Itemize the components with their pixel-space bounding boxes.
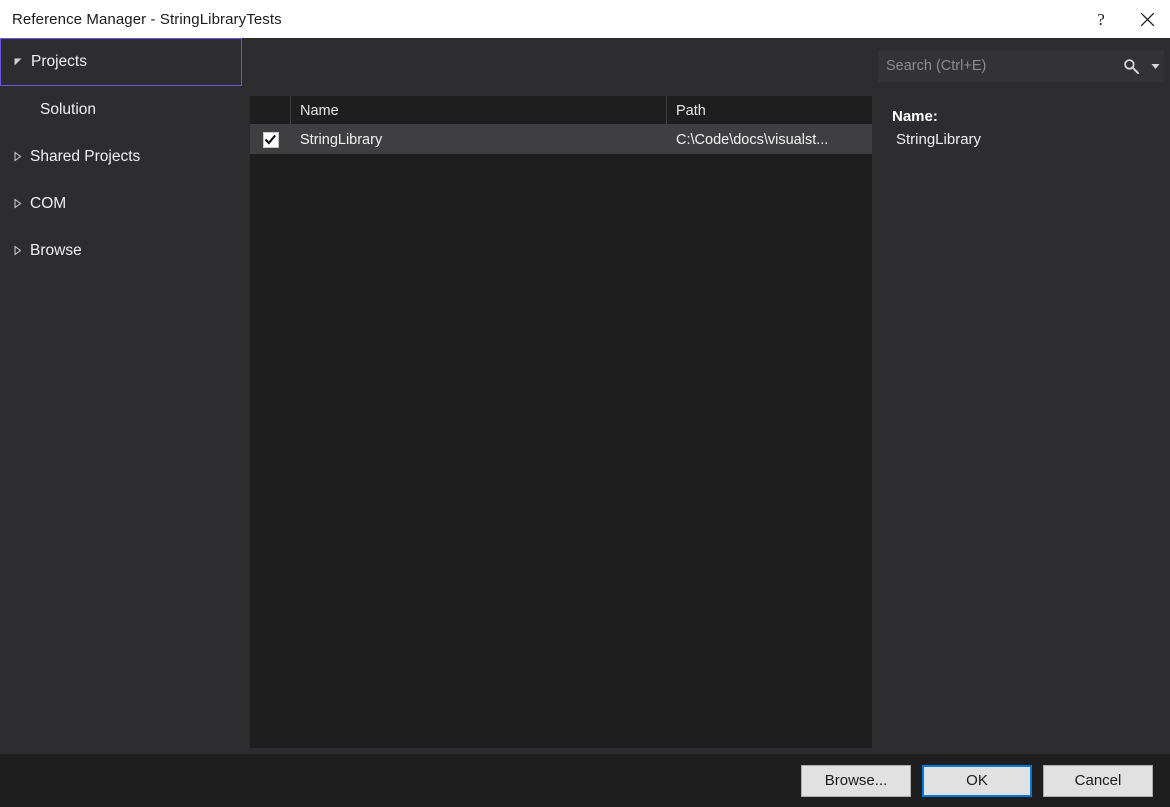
sidebar: Projects Solution Shared Projects COM [0, 38, 250, 754]
table-row[interactable]: StringLibrary C:\Code\docs\visualst... [250, 125, 878, 154]
details-pane: Name: StringLibrary [878, 96, 1170, 754]
sidebar-item-solution[interactable]: Solution [0, 86, 250, 133]
row-path-cell: C:\Code\docs\visualst... [667, 125, 878, 154]
details-name-value: StringLibrary [892, 131, 1170, 148]
dialog-footer: Browse... OK Cancel [0, 754, 1170, 807]
column-header-check[interactable] [250, 96, 291, 125]
search-input[interactable] [878, 58, 1116, 74]
ok-button[interactable]: OK [922, 765, 1032, 797]
sidebar-item-label: Browse [30, 242, 82, 260]
close-button[interactable] [1124, 0, 1170, 38]
row-checkbox-cell[interactable] [250, 125, 291, 154]
triangle-collapsed-icon[interactable] [4, 245, 30, 256]
sidebar-item-label: Shared Projects [30, 148, 140, 166]
triangle-collapsed-icon[interactable] [4, 151, 30, 162]
column-header-path[interactable]: Path [667, 96, 878, 125]
sidebar-item-label: Solution [40, 101, 96, 119]
row-name-cell: StringLibrary [291, 125, 667, 154]
cancel-button[interactable]: Cancel [1043, 765, 1153, 797]
close-icon [1140, 12, 1155, 27]
chevron-down-icon[interactable] [1146, 50, 1164, 82]
sidebar-item-browse[interactable]: Browse [0, 227, 250, 274]
sidebar-item-label: Projects [31, 53, 87, 71]
sidebar-item-projects[interactable]: Projects [0, 38, 242, 86]
reference-manager-dialog: Reference Manager - StringLibraryTests ?… [0, 0, 1170, 807]
triangle-collapsed-icon[interactable] [4, 198, 30, 209]
sidebar-item-com[interactable]: COM [0, 180, 250, 227]
triangle-expanded-icon [5, 57, 31, 68]
details-name-label: Name: [892, 108, 1170, 125]
sidebar-item-label: COM [30, 195, 66, 213]
browse-button[interactable]: Browse... [801, 765, 911, 797]
help-button[interactable]: ? [1078, 0, 1124, 38]
reference-list: Name Path StringLibrary C:\Code\docs\vis… [250, 96, 878, 748]
checkbox-checked-icon[interactable] [263, 132, 279, 148]
column-header-name[interactable]: Name [291, 96, 667, 125]
list-header-row: Name Path [250, 96, 878, 125]
question-mark-icon: ? [1097, 11, 1105, 28]
list-toolbar [250, 38, 878, 96]
search-icon[interactable] [1116, 50, 1146, 82]
window-title: Reference Manager - StringLibraryTests [12, 11, 282, 28]
search-box[interactable] [878, 50, 1164, 82]
sidebar-item-shared-projects[interactable]: Shared Projects [0, 133, 250, 180]
title-bar: Reference Manager - StringLibraryTests ? [0, 0, 1170, 38]
